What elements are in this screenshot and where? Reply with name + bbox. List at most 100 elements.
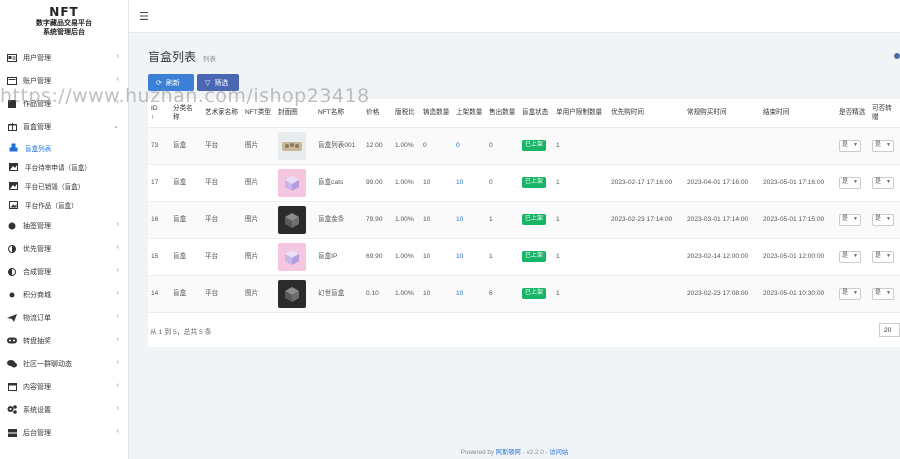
col-price[interactable]: 价格 [363,99,392,128]
cover-thumbnail[interactable] [278,131,306,160]
transfer-select[interactable]: 是 ▼ [872,287,894,300]
footer-visit-link[interactable]: 访问站 [549,449,568,456]
col-regular-time[interactable]: 常规购买时间 [684,99,760,128]
table-row[interactable]: 15 盲盒 平台 图片 盲盒IP 69.90 1.00% 10 10 1 已上架 1 2023-02-1… [148,238,900,276]
chevron-left-icon: ‹ [116,359,119,366]
cell-id: 17 [148,164,170,202]
transfer-select[interactable]: 是 ▼ [872,250,894,263]
cell-limit: 1 [553,201,608,239]
server-icon [7,428,17,438]
col-limit[interactable]: 单用户限制数量 [553,99,608,128]
cell-status: 已上架 [519,164,553,202]
cover-thumbnail[interactable] [278,168,306,197]
sidebar-item-accounts[interactable]: 账户管理 ‹ [0,69,128,92]
sidebar-item-users[interactable]: 用户管理 ‹ [0,46,128,69]
cell-sold: 0 [486,127,519,165]
transfer-select[interactable]: 是 ▼ [872,176,894,189]
refresh-button[interactable]: ⟳ 刷新 [148,74,194,91]
sidebar-item-synthesis[interactable]: 合成管理 ‹ [0,260,128,283]
col-cover[interactable]: 封面图 [275,99,315,128]
sidebar-item-wheel[interactable]: 转盘抽奖 ‹ [0,329,128,352]
col-type[interactable]: NFT类型 [242,99,275,128]
featured-select[interactable]: 是 ▼ [839,250,861,263]
status-badge: 已上架 [522,140,547,151]
sidebar-subitem-pending[interactable]: 平台待审申请（盲盒） [0,157,128,176]
gift-icon [7,122,17,132]
col-priority-time[interactable]: 优先购时间 [608,99,684,128]
hamburger-icon[interactable]: ☰ [139,10,149,23]
sidebar-item-lottery[interactable]: 抽签管理 ‹ [0,214,128,237]
half-circle-icon [7,267,17,277]
sidebar-item-blindbox[interactable]: 盲盒管理 ⌄ [0,115,128,138]
col-category[interactable]: 分类名称 [170,99,202,128]
featured-select[interactable]: 是 ▼ [839,287,861,300]
cell-sold: 0 [486,164,519,202]
col-id[interactable]: ID ↑ [148,99,170,128]
table-row[interactable]: 17 盲盒 平台 图片 盲盒cats 99.00 1.00% 10 10 0 已上架 1 2023-02… [148,164,900,202]
sidebar-item-points-mall[interactable]: 积分商城 ‹ [0,283,128,306]
cell-end-time [760,127,836,165]
select-value: 是 [842,216,849,222]
select-value: 是 [875,142,882,148]
sidebar-item-label: 积分商城 [23,291,51,299]
col-name[interactable]: NFT名称 [315,99,363,128]
cell-price: 79.90 [363,201,392,239]
sidebar-item-priority[interactable]: 优先管理 ‹ [0,237,128,260]
chevron-left-icon: ‹ [116,290,119,297]
cover-thumbnail[interactable] [278,242,306,271]
table-row[interactable]: 16 盲盒 平台 图片 盲盒金条 79.90 1.00% 10 10 1 已上架 1 2023-02-2… [148,201,900,239]
col-sold[interactable]: 售出数量 [486,99,519,128]
cell-id: 15 [148,238,170,276]
cell-regular-time: 2023-02-14 12:00:00 [684,238,760,276]
footer-brand-link[interactable]: 阿斯顿阿 [496,449,521,456]
cell-status: 已上架 [519,275,553,313]
footer-prefix: Powered by [460,449,496,456]
table-row[interactable]: 14 盲盒 平台 图片 幻世盲盒 0.10 1.00% 10 10 6 已上架 1 2023-02-23… [148,275,900,313]
cell-end-time: 2023-05-01 10:30:00 [760,275,836,313]
col-featured[interactable]: 是否精选 [836,99,869,128]
chevron-left-icon: ‹ [116,405,119,412]
user-avatar-icon[interactable] [894,53,900,59]
featured-select[interactable]: 是 ▼ [839,213,861,226]
select-value: 是 [875,179,882,185]
filter-icon: ▽ [205,79,211,87]
table-panel: ID ↑ 分类名称 艺术家名称 NFT类型 封面图 NFT名称 价格 版税比 铸造… [148,99,900,347]
cell-category: 盲盒 [170,238,202,276]
cover-thumbnail[interactable] [278,205,306,234]
cover-thumbnail[interactable] [278,279,306,308]
caret-down-icon: ▼ [886,290,891,296]
table-row[interactable]: 73 盲盒 平台 图片 盲盒列表001 12.00 1.00% 0 0 0 已上架 1 是 ▼ 是 ▼ [148,127,900,165]
col-minted[interactable]: 铸造数量 [420,99,453,128]
sidebar-item-works[interactable]: 作品管理 ‹ [0,92,128,115]
col-status[interactable]: 盲盒状态 [519,99,553,128]
sidebar-item-community[interactable]: 社区一群聊动态 ‹ [0,352,128,375]
sidebar-item-label: 系统设置 [23,406,51,414]
sidebar-item-logistics[interactable]: 物流订单 ‹ [0,306,128,329]
col-listed[interactable]: 上架数量 [453,99,486,128]
status-badge: 已上架 [522,177,547,188]
wallet-icon [7,76,17,86]
sidebar-item-admin[interactable]: 后台管理 ‹ [0,421,128,444]
logo[interactable]: NFT 数字藏品交易平台 系统管理后台 [0,0,128,46]
featured-select[interactable]: 是 ▼ [839,176,861,189]
pagination-info: 从 1 到 5，总共 5 条 [150,329,212,336]
sidebar-subitem-blindbox-list[interactable]: 盲盒列表 [0,138,128,157]
sidebar-subitem-destroyed[interactable]: 平台已销毁（盲盒） [0,176,128,195]
chevron-left-icon: ‹ [116,428,119,435]
col-transfer[interactable]: 可否转赠 [869,99,900,128]
transfer-select[interactable]: 是 ▼ [872,213,894,226]
featured-select[interactable]: 是 ▼ [839,139,861,152]
col-artist[interactable]: 艺术家名称 [202,99,242,128]
chevron-left-icon: ‹ [116,53,119,60]
page-title: 盲盒列表 [148,50,197,64]
cell-sold: 1 [486,201,519,239]
page-size-select[interactable]: 20 [879,323,900,337]
sidebar-subitem-platform-works[interactable]: 平台作品（盲盒） [0,195,128,214]
transfer-select[interactable]: 是 ▼ [872,139,894,152]
filter-button[interactable]: ▽ 筛选 [197,74,239,91]
sidebar-item-content[interactable]: 内容管理 ‹ [0,375,128,398]
cell-limit: 1 [553,127,608,165]
col-end-time[interactable]: 结束时间 [760,99,836,128]
sidebar-item-settings[interactable]: 系统设置 ‹ [0,398,128,421]
col-royalty[interactable]: 版税比 [392,99,420,128]
